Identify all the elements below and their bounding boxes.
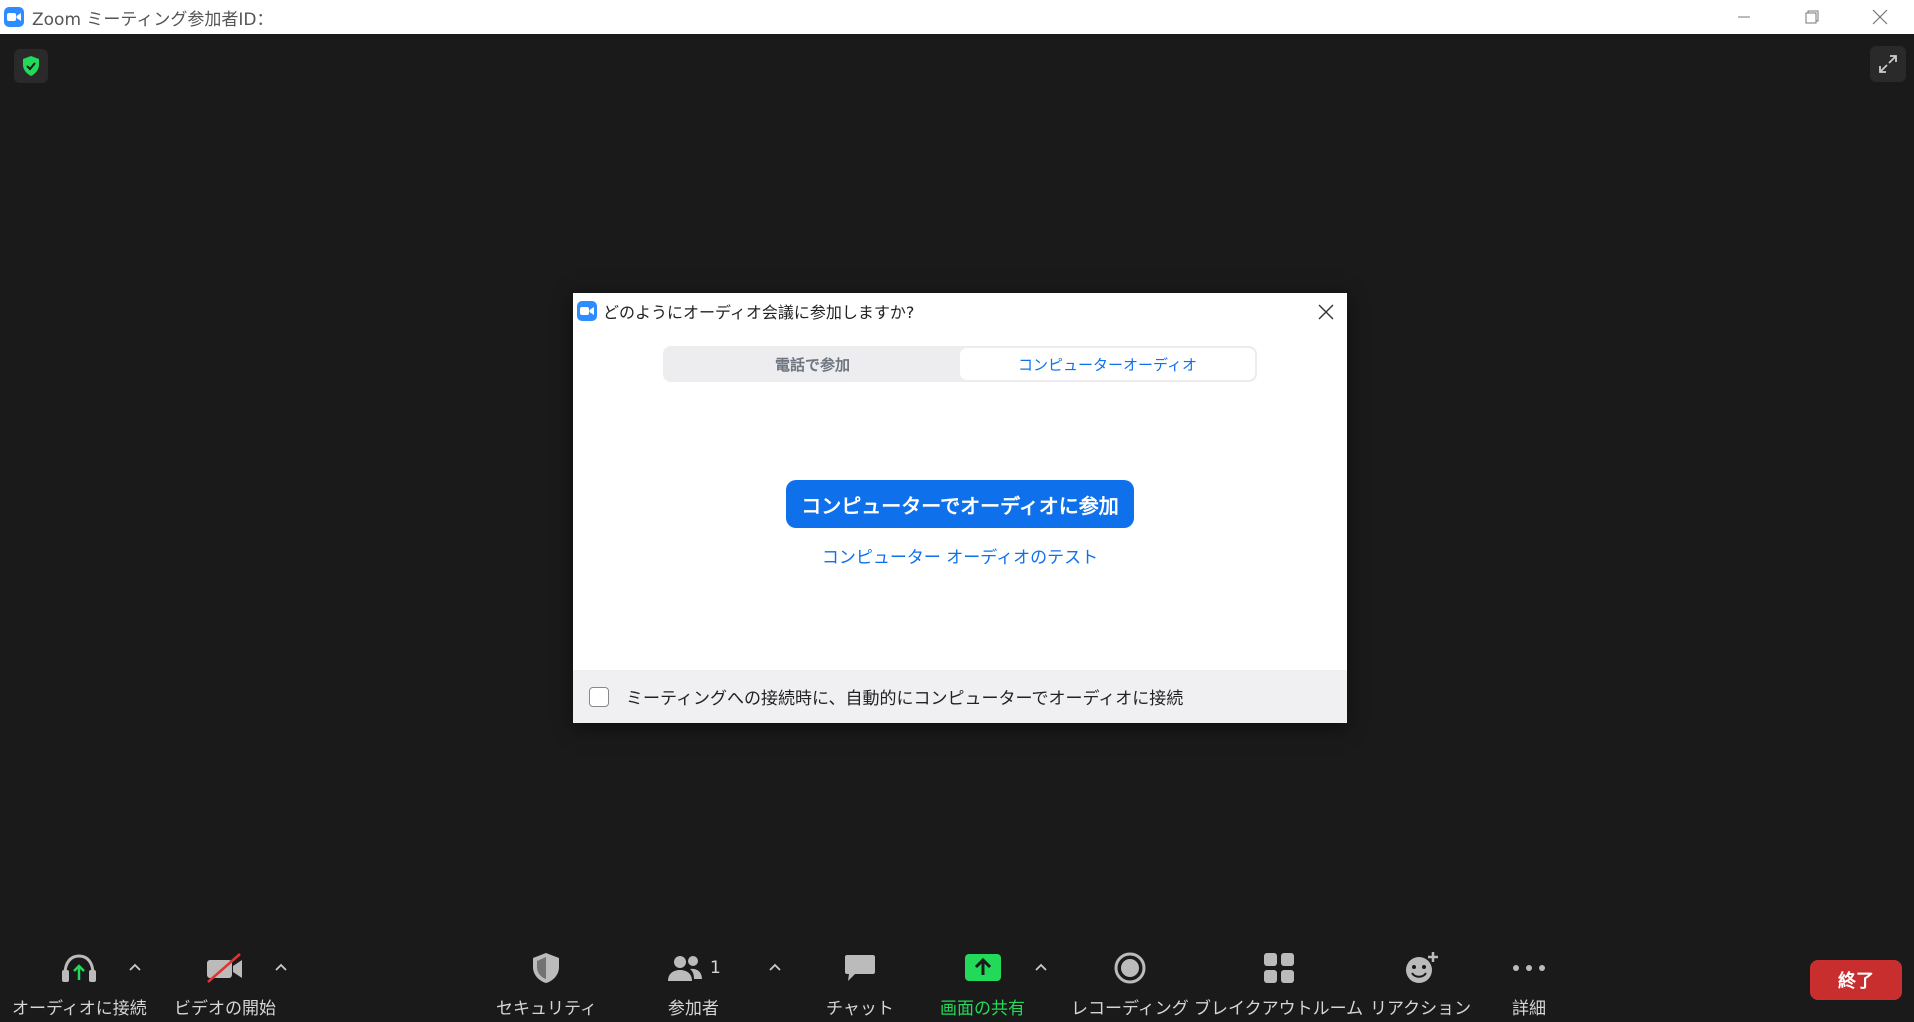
record-label: レコーディング	[1071, 999, 1189, 1019]
auto-connect-label: ミーティングへの接続時に、自動的にコンピューターでオーディオに接続	[626, 689, 1184, 709]
window-titlebar: Zoom ミーティング参加者ID：	[0, 0, 1914, 34]
start-video-button[interactable]: ビデオの開始	[174, 948, 276, 1019]
shield-icon	[530, 948, 562, 988]
chevron-up-icon	[1035, 963, 1047, 971]
zoom-logo-icon	[577, 301, 597, 321]
headphones-icon	[59, 948, 99, 988]
participants-icon-row: 1	[666, 948, 721, 988]
start-video-label: ビデオの開始	[174, 999, 276, 1019]
minimize-button[interactable]	[1710, 0, 1778, 34]
encryption-badge[interactable]	[14, 49, 48, 83]
participants-label: 参加者	[667, 999, 719, 1019]
share-screen-icon	[964, 948, 1002, 988]
dialog-close-button[interactable]	[1313, 299, 1339, 325]
meeting-toolbar: オーディオに接続 ビデオの開始 セキュリティ 1 参加者 チャット 画面の共有 …	[0, 938, 1914, 1022]
minimize-icon	[1738, 16, 1750, 18]
reactions-button[interactable]: リアクション	[1370, 948, 1471, 1019]
test-link-row: コンピューター オーディオのテスト	[573, 543, 1347, 568]
chevron-up-icon	[129, 963, 141, 971]
chat-button[interactable]: チャット	[826, 948, 894, 1019]
tab-phone[interactable]: 電話で参加	[665, 348, 960, 380]
restore-button[interactable]	[1778, 0, 1846, 34]
more-dots-icon	[1512, 948, 1546, 988]
end-meeting-button[interactable]: 終了	[1810, 960, 1902, 1000]
join-audio-label: オーディオに接続	[12, 999, 147, 1019]
restore-icon	[1805, 10, 1819, 24]
chat-bubble-icon	[843, 948, 877, 988]
record-icon	[1113, 948, 1147, 988]
audio-mode-tabs: 電話で参加 コンピューターオーディオ	[663, 346, 1257, 382]
participants-count: 1	[710, 958, 721, 978]
close-icon	[1318, 304, 1334, 320]
dialog-header: どのようにオーディオ会議に参加しますか?	[573, 293, 1347, 329]
join-computer-audio-button[interactable]: コンピューターでオーディオに参加	[786, 480, 1134, 528]
video-off-icon	[204, 948, 246, 988]
share-options-caret[interactable]	[1032, 958, 1050, 976]
expand-icon	[1879, 55, 1897, 73]
chevron-up-icon	[769, 963, 781, 971]
window-title: Zoom ミーティング参加者ID：	[32, 9, 274, 30]
participants-button[interactable]: 1 参加者	[666, 948, 721, 1019]
participants-options-caret[interactable]	[766, 958, 784, 976]
security-button[interactable]: セキュリティ	[496, 948, 597, 1019]
record-button[interactable]: レコーディング	[1071, 948, 1189, 1019]
close-icon	[1872, 9, 1888, 25]
breakout-rooms-label: ブレイクアウトルーム	[1194, 999, 1364, 1019]
smiley-plus-icon	[1403, 948, 1439, 988]
shield-check-icon	[23, 56, 39, 76]
reactions-label: リアクション	[1370, 999, 1472, 1019]
share-screen-button[interactable]: 画面の共有	[940, 948, 1025, 1019]
chat-label: チャット	[826, 999, 894, 1019]
audio-options-caret[interactable]	[126, 958, 144, 976]
chevron-up-icon	[275, 963, 287, 971]
video-options-caret[interactable]	[272, 958, 290, 976]
auto-connect-checkbox[interactable]	[589, 686, 609, 707]
more-button[interactable]: 詳細	[1512, 948, 1546, 1019]
share-screen-label: 画面の共有	[940, 999, 1025, 1019]
more-label: 詳細	[1512, 999, 1546, 1019]
security-label: セキュリティ	[496, 999, 597, 1019]
test-computer-audio-link[interactable]: コンピューター オーディオのテスト	[822, 548, 1098, 568]
join-audio-dialog: どのようにオーディオ会議に参加しますか? 電話で参加 コンピューターオーディオ …	[573, 293, 1347, 723]
people-icon	[668, 956, 702, 981]
tab-computer-audio[interactable]: コンピューターオーディオ	[960, 348, 1255, 380]
grid-icon	[1263, 948, 1295, 988]
window-close-button[interactable]	[1846, 0, 1914, 34]
dialog-title: どのようにオーディオ会議に参加しますか?	[603, 303, 915, 322]
breakout-rooms-button[interactable]: ブレイクアウトルーム	[1194, 948, 1363, 1019]
dialog-footer: ミーティングへの接続時に、自動的にコンピューターでオーディオに接続	[573, 670, 1347, 723]
fullscreen-button[interactable]	[1870, 46, 1906, 82]
zoom-logo-icon	[4, 7, 24, 27]
